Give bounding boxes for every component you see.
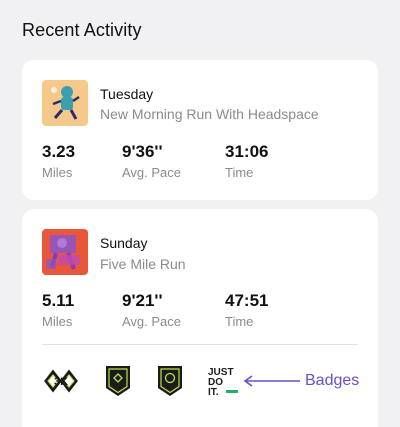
stat-value: 47:51 bbox=[225, 291, 269, 310]
activity-card[interactable]: Sunday Five Mile Run 5.11 Miles 9'21'' A… bbox=[22, 209, 378, 427]
section-title: Recent Activity bbox=[22, 20, 142, 40]
stat-time: 31:06 Time bbox=[225, 142, 268, 180]
badges-annotation: Badges bbox=[305, 372, 360, 389]
just-do-it-badge-icon[interactable]: JUST DO IT. bbox=[206, 364, 238, 398]
stat-value: 9'36'' bbox=[122, 142, 163, 161]
stat-value: 9'21'' bbox=[122, 291, 163, 310]
arrow-left-icon bbox=[243, 375, 300, 387]
distance-badge-icon[interactable]: 3K bbox=[44, 364, 78, 398]
activity-day: Sunday bbox=[100, 235, 148, 251]
stat-miles: 5.11 Miles bbox=[42, 291, 74, 329]
stat-label: Miles bbox=[42, 165, 73, 180]
svg-text:3K: 3K bbox=[54, 376, 68, 388]
shield-badge-icon[interactable] bbox=[155, 364, 185, 398]
activity-day: Tuesday bbox=[100, 86, 154, 102]
stat-time: 47:51 Time bbox=[225, 291, 268, 329]
activity-name: Five Mile Run bbox=[100, 256, 186, 272]
shield-badge-icon[interactable] bbox=[103, 364, 133, 398]
svg-text:IT.: IT. bbox=[208, 387, 219, 398]
stat-label: Miles bbox=[42, 314, 73, 329]
stat-miles: 3.23 Miles bbox=[42, 142, 75, 180]
stat-pace: 9'36'' Avg. Pace bbox=[122, 142, 181, 180]
stat-pace: 9'21'' Avg. Pace bbox=[122, 291, 181, 329]
stat-label: Time bbox=[225, 165, 254, 180]
activity-thumbnail bbox=[42, 80, 88, 126]
stat-value: 31:06 bbox=[225, 142, 269, 161]
stat-label: Time bbox=[225, 314, 254, 329]
activity-name: New Morning Run With Headspace bbox=[100, 106, 319, 122]
divider bbox=[42, 344, 358, 345]
activity-thumbnail bbox=[42, 229, 88, 275]
stat-label: Avg. Pace bbox=[122, 314, 182, 329]
activity-card[interactable]: Tuesday New Morning Run With Headspace 3… bbox=[22, 60, 378, 200]
stat-label: Avg. Pace bbox=[122, 165, 182, 180]
stat-value: 5.11 bbox=[42, 291, 75, 310]
stat-value: 3.23 bbox=[42, 142, 76, 161]
